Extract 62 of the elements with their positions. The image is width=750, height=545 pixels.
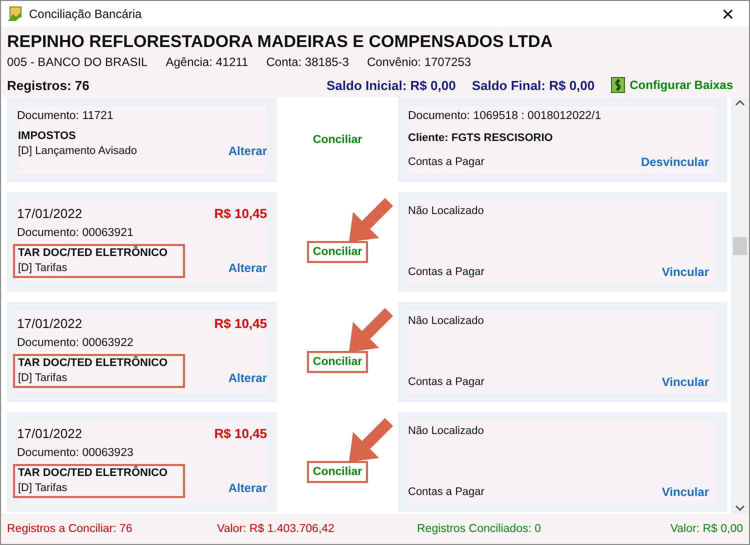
- configure-button[interactable]: Configurar Baixas: [610, 77, 733, 93]
- transaction-description: IMPOSTOS: [18, 129, 77, 144]
- transaction-date: 17/01/2022: [17, 426, 82, 440]
- document-number: Documento: 00063923: [17, 447, 134, 459]
- document-number: Documento: 11721: [17, 110, 114, 122]
- document-number: Documento: 00063921: [17, 227, 134, 239]
- link-link[interactable]: Vincular: [662, 375, 709, 389]
- match-status: Não Localizado: [408, 424, 484, 438]
- edit-link[interactable]: Alterar: [228, 371, 267, 385]
- account-number: Conta: 38185-3: [266, 55, 349, 69]
- pending-records: Registros a Conciliar: 76: [7, 523, 134, 535]
- transaction-amount: R$ 10,45: [214, 426, 267, 440]
- transaction-category: [D] Tarifas: [18, 481, 68, 496]
- match-client: Cliente: FGTS RESCISORIO: [408, 130, 553, 146]
- match-type: Contas a Pagar: [408, 374, 484, 390]
- unlink-link[interactable]: Desvincular: [640, 155, 709, 169]
- match-type: Contas a Pagar: [408, 154, 484, 170]
- match-document: Documento: 1069518 : 0018012022/1: [408, 110, 602, 122]
- edit-link[interactable]: Alterar: [228, 481, 267, 495]
- scroll-up-icon[interactable]: [735, 99, 745, 107]
- reconcile-button[interactable]: Conciliar: [306, 351, 368, 373]
- opening-balance: Saldo Inicial: R$ 0,00: [326, 78, 456, 92]
- transaction-description: TAR DOC/TED ELETRÔNICO: [18, 246, 169, 261]
- link-link[interactable]: Vincular: [662, 265, 709, 279]
- match-status: Não Localizado: [408, 314, 484, 328]
- app-icon: [7, 6, 23, 22]
- arrow-icon: [347, 308, 393, 354]
- transaction-description: TAR DOC/TED ELETRÔNICO: [18, 466, 169, 481]
- scrollbar-thumb[interactable]: [733, 237, 747, 255]
- edit-link[interactable]: Alterar: [228, 261, 267, 275]
- edit-link[interactable]: Alterar: [228, 144, 267, 158]
- agency-number: Agência: 41211: [166, 55, 248, 69]
- company-name: REPINHO REFLORESTADORA MADEIRAS E COMPENSADOS LTDA: [7, 32, 554, 52]
- transaction-date: 17/01/2022: [17, 316, 82, 330]
- transaction-description: TAR DOC/TED ELETRÔNICO: [18, 356, 169, 371]
- closing-balance: Saldo Final: R$ 0,00: [472, 78, 595, 92]
- transaction-date: 17/01/2022: [17, 206, 82, 220]
- agreement-number: Convênio: 1707253: [366, 55, 472, 69]
- close-button[interactable]: ✕: [713, 1, 743, 27]
- transaction-category: [D] Tarifas: [18, 371, 68, 386]
- match-type: Contas a Pagar: [408, 264, 484, 280]
- match-type: Contas a Pagar: [408, 484, 484, 500]
- arrow-icon: [347, 198, 393, 244]
- reconciled-records: Registros Conciliados: 0: [417, 523, 542, 535]
- transaction-amount: R$ 10,45: [214, 206, 267, 220]
- reconcile-button[interactable]: Conciliar: [306, 461, 368, 483]
- bank-name: 005 - BANCO DO BRASIL: [7, 55, 148, 69]
- scrollbar[interactable]: [731, 97, 749, 514]
- pending-value: Valor: R$ 1.403.706,42: [217, 523, 336, 535]
- money-icon: [610, 77, 625, 93]
- reconcile-button[interactable]: Conciliar: [306, 241, 368, 263]
- match-status: Não Localizado: [408, 204, 484, 218]
- arrow-icon: [347, 418, 393, 464]
- reconciled-value: Valor: R$ 0,00: [670, 523, 743, 535]
- transaction-category: [D] Lançamento Avisado: [18, 144, 138, 159]
- window-title: Conciliação Bancária: [29, 7, 143, 21]
- document-number: Documento: 00063922: [17, 337, 134, 349]
- link-link[interactable]: Vincular: [662, 485, 709, 499]
- scroll-down-icon[interactable]: [735, 504, 745, 512]
- records-count: Registros: 76: [7, 78, 90, 92]
- transaction-category: [D] Tarifas: [18, 261, 68, 276]
- transaction-amount: R$ 10,45: [214, 316, 267, 330]
